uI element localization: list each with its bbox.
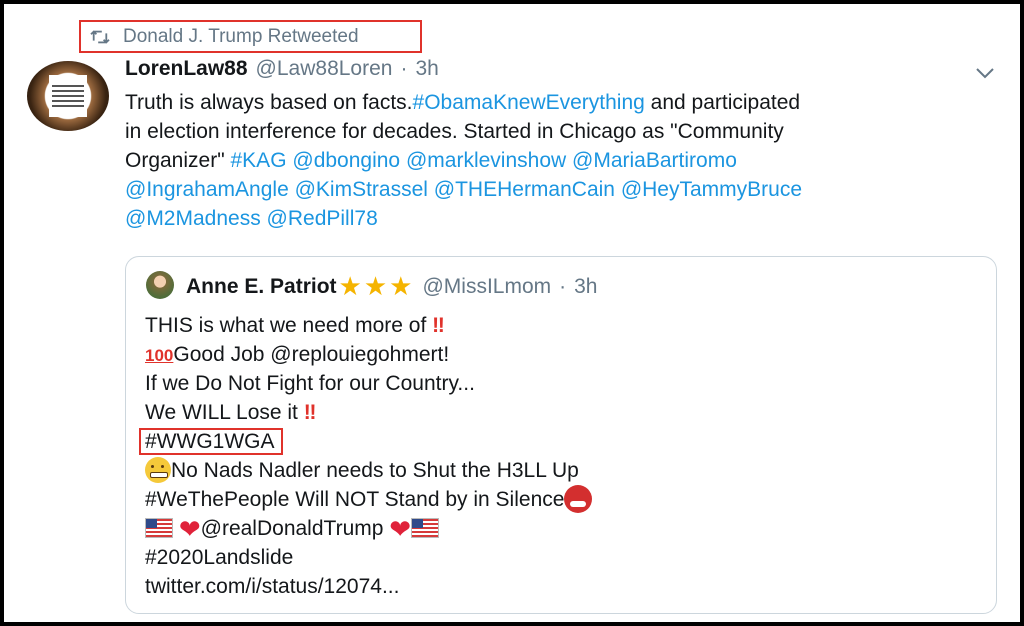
quoted-text: THIS is what we need more of ‼ 100Good J… bbox=[139, 311, 985, 601]
quoted-line-text: No Nads Nadler needs to Shut the H3LL Up bbox=[171, 459, 579, 482]
mention-link[interactable]: @marklevinshow bbox=[406, 149, 566, 172]
tweet-text: Truth is always based on facts.#ObamaKne… bbox=[125, 88, 1005, 233]
quoted-header: Anne E. Patriot ★★★ @MissILmom · 3h bbox=[186, 271, 597, 302]
timestamp[interactable]: 3h bbox=[415, 57, 438, 81]
quoted-handle[interactable]: @MissILmom bbox=[422, 275, 551, 299]
tweet-text-segment: in election interference for decades. St… bbox=[125, 120, 784, 143]
us-flag-icon bbox=[145, 518, 173, 538]
tweet-text-line: Truth is always based on facts.#ObamaKne… bbox=[125, 88, 1005, 117]
quoted-line-text: If we Do Not Fight for our Country... bbox=[145, 372, 475, 395]
quoted-line-text: We WILL Lose it bbox=[145, 401, 304, 424]
tweet-text-line: Organizer" #KAG @dbongino @marklevinshow… bbox=[125, 146, 1005, 175]
mention-link[interactable]: @RedPill78 bbox=[267, 207, 378, 230]
retweet-context: Donald J. Trump Retweeted bbox=[79, 20, 422, 53]
heart-icon: ❤ bbox=[389, 514, 412, 544]
grimacing-face-icon bbox=[145, 457, 171, 483]
us-flag-icon bbox=[411, 518, 440, 538]
quoted-tweet[interactable]: Anne E. Patriot ★★★ @MissILmom · 3h THIS… bbox=[125, 256, 997, 614]
mention-link[interactable]: @MariaBartiromo bbox=[572, 149, 737, 172]
quoted-timestamp[interactable]: 3h bbox=[574, 275, 597, 299]
hashtag-link[interactable]: #KAG bbox=[231, 149, 287, 172]
mention-link[interactable]: @KimStrassel bbox=[295, 178, 428, 201]
avatar[interactable] bbox=[27, 61, 109, 131]
tweet-text-line: in election interference for decades. St… bbox=[125, 117, 1005, 146]
tweet-text-segment: Truth is always based on facts. bbox=[125, 91, 413, 114]
double-exclamation-icon: ‼ bbox=[303, 401, 317, 424]
quoted-line: No Nads Nadler needs to Shut the H3LL Up bbox=[145, 456, 985, 485]
heart-icon: ❤ bbox=[178, 514, 201, 544]
star-emojis: ★★★ bbox=[338, 271, 415, 301]
quoted-line: 100Good Job @replouiegohmert! bbox=[145, 340, 985, 369]
chevron-down-icon[interactable] bbox=[974, 66, 996, 80]
tweet-text-line: @M2Madness @RedPill78 bbox=[125, 204, 1005, 233]
quoted-display-name[interactable]: Anne E. Patriot bbox=[186, 275, 337, 299]
double-exclamation-icon: ‼ bbox=[432, 314, 445, 337]
tweet-header: LorenLaw88 @Law88Loren · 3h bbox=[125, 57, 439, 81]
quoted-line: If we Do Not Fight for our Country... bbox=[145, 369, 985, 398]
quoted-line-text: #WeThePeople Will NOT Stand by in Silenc… bbox=[145, 488, 565, 511]
tweet-text-line: @IngrahamAngle @KimStrassel @THEHermanCa… bbox=[125, 175, 1005, 204]
quoted-line: twitter.com/i/status/12074... bbox=[145, 572, 985, 601]
quoted-line-text: THIS is what we need more of bbox=[145, 314, 433, 337]
quoted-link[interactable]: twitter.com/i/status/12074... bbox=[145, 575, 399, 598]
hundred-points-icon: 100 bbox=[145, 346, 174, 365]
mention-link[interactable]: @M2Madness bbox=[125, 207, 261, 230]
separator-dot: · bbox=[400, 57, 408, 80]
separator-dot: · bbox=[559, 274, 567, 298]
user-handle[interactable]: @Law88Loren bbox=[256, 57, 393, 81]
highlighted-hashtag[interactable]: #WWG1WGA bbox=[139, 428, 283, 455]
quoted-line: We WILL Lose it ‼ bbox=[145, 398, 985, 427]
quoted-line: #WWG1WGA bbox=[139, 427, 985, 456]
quoted-line: #WeThePeople Will NOT Stand by in Silenc… bbox=[145, 485, 985, 514]
mention-link[interactable]: @THEHermanCain bbox=[434, 178, 615, 201]
quoted-mention: @realDonaldTrump bbox=[200, 517, 384, 540]
retweet-icon bbox=[90, 29, 110, 44]
screenshot-frame: Donald J. Trump Retweeted LorenLaw88 @La… bbox=[0, 0, 1024, 626]
mention-link[interactable]: @IngrahamAngle bbox=[125, 178, 289, 201]
retweet-label: Donald J. Trump Retweeted bbox=[123, 25, 359, 47]
mention-link[interactable]: @HeyTammyBruce bbox=[621, 178, 802, 201]
quoted-line: ❤@realDonaldTrump ❤ bbox=[145, 514, 985, 544]
quoted-line: #2020Landslide bbox=[145, 543, 985, 572]
quoted-line-text: #2020Landslide bbox=[145, 546, 294, 569]
tweet-text-segment: Organizer" bbox=[125, 149, 231, 172]
hashtag-link[interactable]: #ObamaKnewEverything bbox=[413, 91, 645, 114]
mention-link[interactable]: @dbongino bbox=[292, 149, 400, 172]
quoted-line-text: Good Job @replouiegohmert! bbox=[173, 343, 450, 366]
quoted-line: THIS is what we need more of ‼ bbox=[145, 311, 985, 340]
quoted-avatar[interactable] bbox=[146, 271, 174, 299]
display-name[interactable]: LorenLaw88 bbox=[125, 57, 248, 81]
tweet-text-segment: and participated bbox=[644, 91, 801, 114]
angry-face-icon bbox=[564, 485, 593, 513]
